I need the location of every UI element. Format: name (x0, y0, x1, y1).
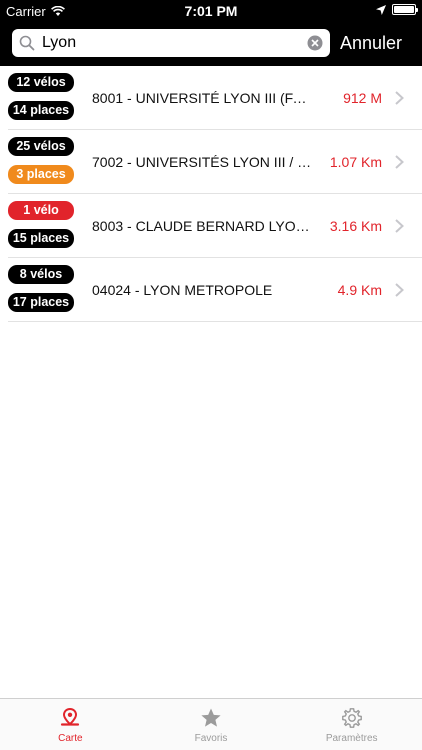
search-icon (12, 35, 42, 51)
station-list: 12 vélos 14 places 8001 - UNIVERSITÉ LYO… (0, 66, 422, 322)
tab-bar: Carte Favoris Paramètres (0, 698, 422, 750)
bikes-badge: 8 vélos (8, 265, 74, 284)
location-arrow-icon (376, 4, 386, 15)
clock: 7:01 PM (184, 3, 238, 19)
station-distance: 3.16 Km (329, 218, 382, 234)
bikes-badge: 12 vélos (8, 73, 74, 92)
status-right (376, 4, 418, 15)
places-badge: 3 places (8, 165, 74, 184)
tab-parametres[interactable]: Paramètres (281, 699, 422, 750)
chevron-right-icon (395, 219, 404, 233)
station-name: 8001 - UNIVERSITÉ LYON III (FAR) (92, 90, 312, 106)
top-bar: Carrier 7:01 PM Lyon Annuler (0, 0, 422, 66)
tab-label: Carte (58, 733, 83, 744)
station-name: 7002 - UNIVERSITÉS LYON III / LES QUAIS (92, 154, 312, 170)
chevron-right-icon (395, 155, 404, 169)
chevron-right-icon (395, 91, 404, 105)
map-pin-icon (61, 707, 80, 726)
tab-label: Paramètres (325, 733, 378, 744)
places-badge: 17 places (8, 293, 74, 312)
tab-favoris[interactable]: Favoris (141, 699, 282, 750)
station-distance: 4.9 Km (337, 282, 382, 298)
chevron-right-icon (395, 283, 404, 297)
bikes-badge: 1 vélo (8, 201, 74, 220)
places-badge: 15 places (8, 229, 74, 248)
places-badge: 14 places (8, 101, 74, 120)
row-separator (8, 321, 422, 322)
status-bar: Carrier 7:01 PM (0, 0, 422, 22)
station-distance: 912 M (343, 90, 382, 106)
tab-label: Favoris (194, 733, 228, 744)
search-input[interactable] (42, 34, 300, 52)
station-row[interactable]: 25 vélos 3 places 7002 - UNIVERSITÉS LYO… (0, 130, 422, 194)
cancel-button[interactable]: Annuler (340, 33, 402, 54)
station-row[interactable]: 1 vélo 15 places 8003 - CLAUDE BERNARD L… (0, 194, 422, 258)
station-row[interactable]: 8 vélos 17 places 04024 - LYON METROPOLE… (0, 258, 422, 322)
battery-icon (392, 4, 418, 15)
bikes-badge: 25 vélos (8, 137, 74, 156)
search-bar[interactable] (12, 29, 330, 57)
gear-icon (341, 708, 362, 728)
tab-carte[interactable]: Carte (0, 699, 141, 750)
star-icon (201, 708, 221, 727)
station-name: 04024 - LYON METROPOLE (92, 282, 273, 298)
station-distance: 1.07 Km (329, 154, 382, 170)
clear-search-icon[interactable] (300, 35, 330, 51)
station-row[interactable]: 12 vélos 14 places 8001 - UNIVERSITÉ LYO… (0, 66, 422, 130)
station-name: 8003 - CLAUDE BERNARD LYON I (92, 218, 312, 234)
